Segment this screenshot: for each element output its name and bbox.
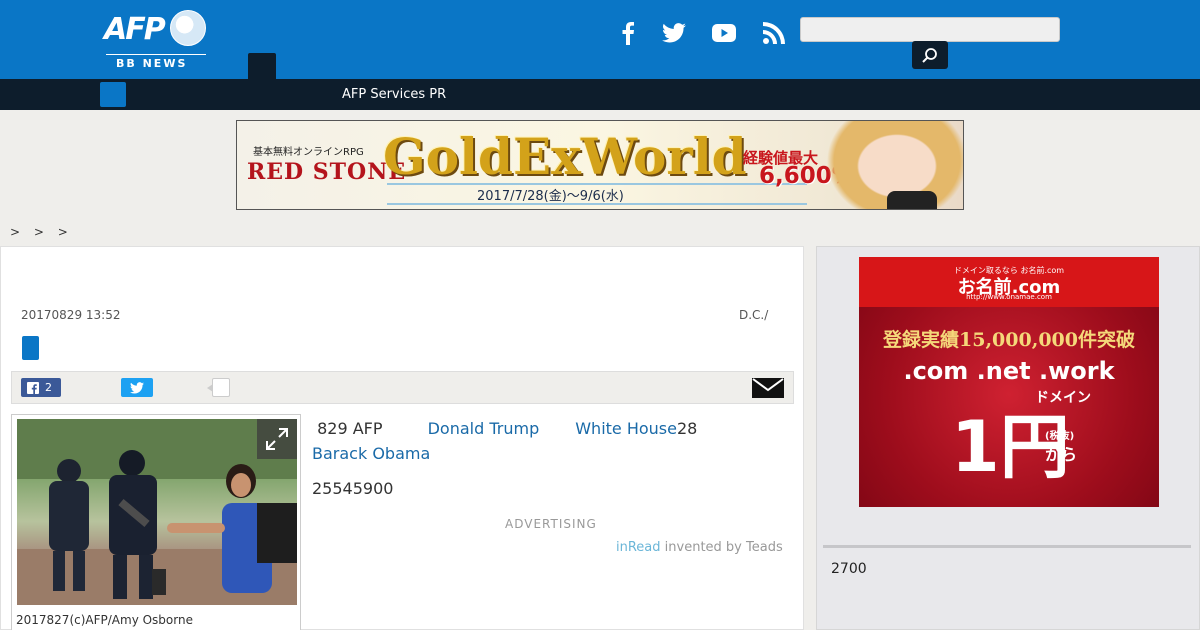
search-input[interactable]: [800, 17, 1060, 42]
logo-text: AFP: [104, 12, 166, 47]
sidebar-ad[interactable]: ドメイン取るなら お名前.com お名前.com http://www.onam…: [859, 257, 1159, 507]
article-main: 20170829 13:52 D.C./ 2 2017827(c)AFP/Amy…: [0, 246, 804, 630]
link-barack-obama[interactable]: Barack Obama: [312, 444, 430, 463]
twitter-icon: [130, 381, 144, 394]
banner-date: 2017/7/28(金)〜9/6(水): [477, 189, 624, 204]
main-nav: AFP Services PR: [0, 79, 1200, 110]
photo-scene: [17, 419, 297, 605]
link-white-house[interactable]: White House: [575, 419, 677, 438]
nav-link-afp-services[interactable]: AFP Services PR: [342, 87, 446, 102]
link-donald-trump[interactable]: Donald Trump: [428, 419, 540, 438]
article-text-28: 28: [676, 419, 698, 438]
nav-home-button[interactable]: [100, 82, 126, 107]
advertising-label: ADVERTISING: [505, 517, 597, 531]
twitter-share-button[interactable]: [121, 378, 153, 397]
expand-icon: [266, 428, 288, 450]
sidebar: ドメイン取るなら お名前.com お名前.com http://www.onam…: [816, 246, 1200, 630]
facebook-icon[interactable]: [613, 18, 643, 48]
afpbb-logo[interactable]: AFP BB NEWS: [104, 8, 208, 72]
article-number: 25545900: [312, 479, 394, 498]
facebook-share-count: 2: [45, 381, 52, 394]
article-photo[interactable]: [17, 419, 297, 605]
article-tag[interactable]: [22, 336, 39, 360]
share-count-bubble: [207, 378, 230, 397]
search-icon: [922, 48, 937, 63]
sidebar-ad-tax: (税抜): [1045, 431, 1075, 442]
sidebar-divider: [823, 545, 1191, 548]
header-menu-tab[interactable]: [248, 53, 276, 79]
inread-brand: inRead: [616, 540, 661, 555]
banner-character-outfit: [887, 191, 937, 209]
search-button[interactable]: [912, 41, 948, 69]
banner-ad[interactable]: 基本無料オンラインRPG RED STONE GoldExWorld 2017/…: [236, 120, 964, 210]
logo-subtitle: BB NEWS: [116, 57, 188, 70]
article-lead-paragraph: 829 AFP Donald Trump White House28 Barack …: [312, 416, 790, 466]
expand-photo-button[interactable]: [257, 419, 297, 459]
sidebar-ad-from: から: [1045, 445, 1078, 464]
globe-icon: [170, 10, 206, 46]
banner-rpg-label: 基本無料オンラインRPG: [253, 147, 364, 158]
share-bar: 2: [11, 371, 794, 404]
youtube-icon[interactable]: [709, 18, 739, 48]
facebook-icon: [27, 381, 39, 394]
article-dateline: D.C./: [739, 308, 769, 322]
logo-divider: [106, 54, 206, 55]
breadcrumb[interactable]: > > >: [10, 225, 73, 239]
inread-rest: invented by Teads: [660, 540, 783, 555]
article-date: 20170829 13:52: [21, 308, 121, 322]
inread-credit[interactable]: inRead invented by Teads: [616, 540, 783, 555]
article-lead-text: 829 AFP: [317, 419, 388, 438]
twitter-icon[interactable]: [659, 18, 689, 48]
sidebar-ad-domains: .com .net .work: [903, 357, 1115, 385]
banner-title: GoldExWorld: [383, 127, 747, 186]
facebook-share-button[interactable]: 2: [21, 378, 61, 397]
photo-caption: 2017827(c)AFP/Amy Osborne: [16, 613, 193, 627]
site-header: AFP BB NEWS: [0, 0, 1200, 79]
sidebar-ad-count: 登録実績15,000,000件突破: [883, 329, 1135, 351]
mail-icon[interactable]: [752, 378, 784, 398]
sidebar-ad-url: http://www.onamae.com: [966, 293, 1052, 301]
sidebar-number: 2700: [831, 561, 867, 577]
rss-icon[interactable]: [759, 18, 789, 48]
article-photo-frame: [11, 414, 301, 630]
